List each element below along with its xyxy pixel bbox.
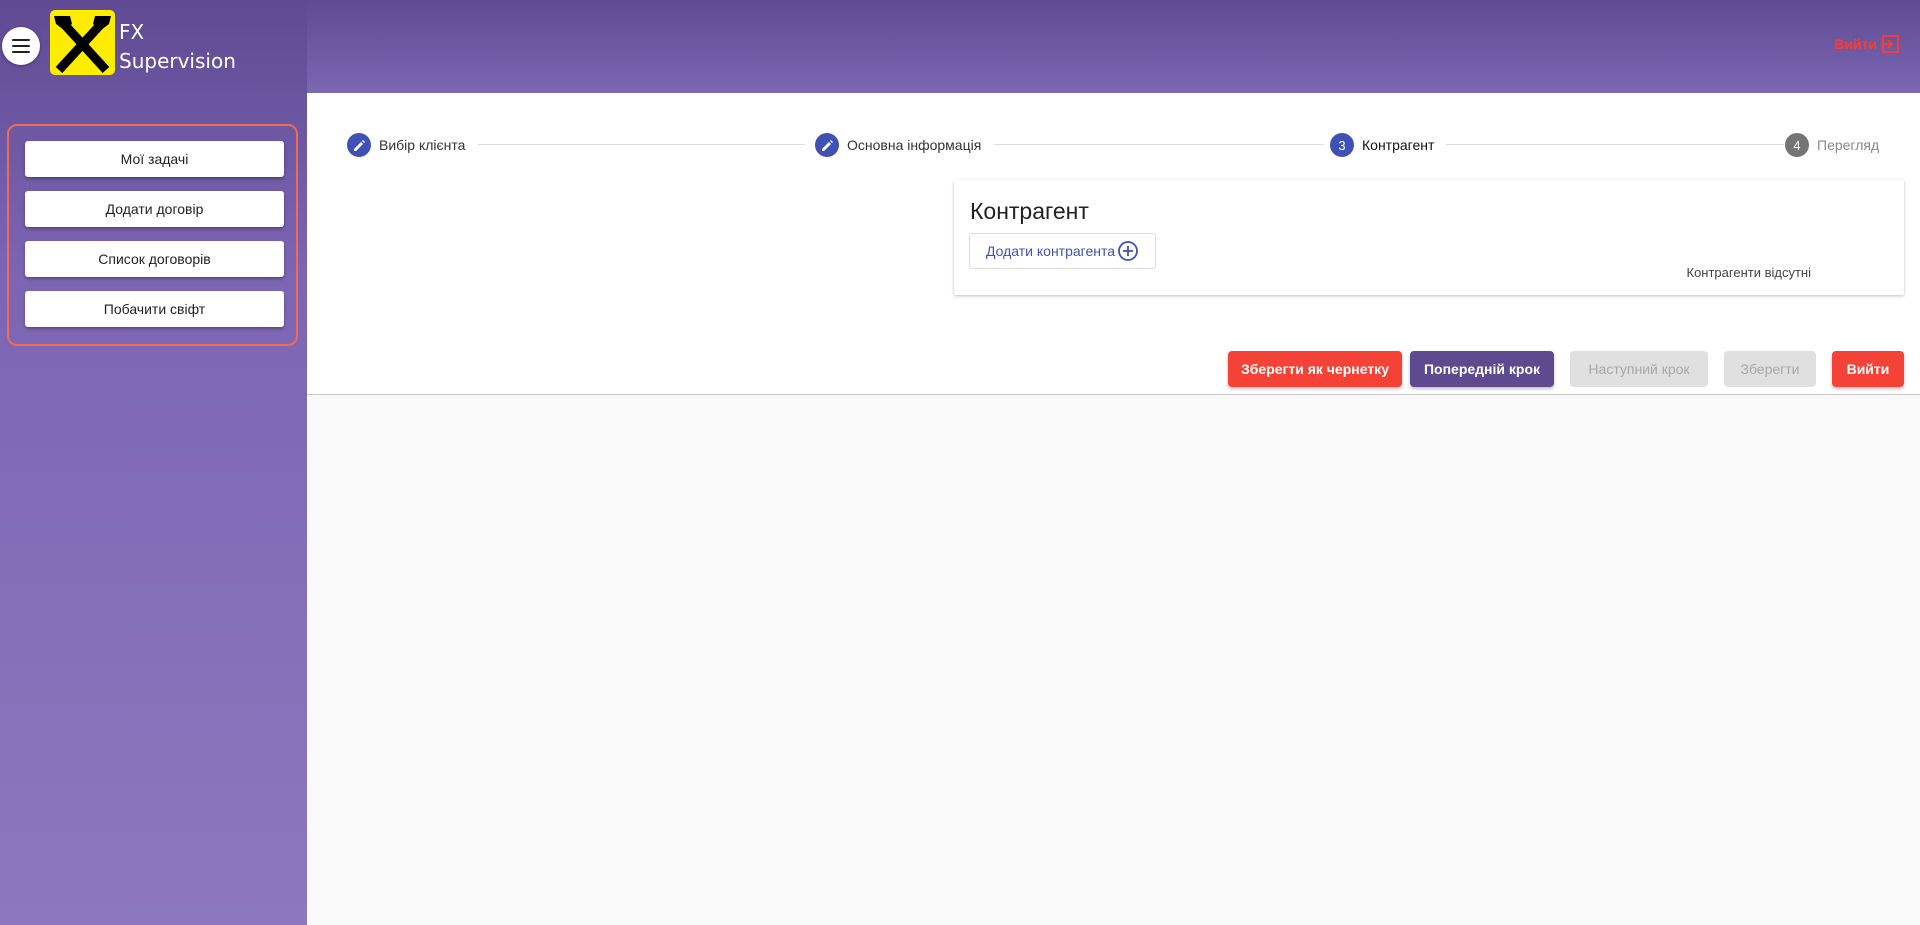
sidebar-item-my-tasks[interactable]: Мої задачі (25, 141, 284, 177)
next-step-button[interactable]: Наступний крок (1570, 351, 1708, 387)
logout-button[interactable]: Вийти (1832, 351, 1904, 387)
header-logout-label: Вийти (1834, 36, 1877, 52)
step-basic-info[interactable]: Основна інформація (815, 133, 981, 157)
step-counterparty[interactable]: 3 Контрагент (1330, 133, 1434, 157)
step-number: 4 (1785, 133, 1809, 157)
add-counterparty-button[interactable]: Додати контрагента (969, 233, 1157, 269)
panel-title: Контрагент (970, 198, 1089, 224)
top-header: Вийти (307, 0, 1920, 93)
step-label: Основна інформація (847, 137, 982, 153)
save-draft-button[interactable]: Зберегти як чернетку (1228, 351, 1402, 387)
pencil-icon (347, 133, 371, 157)
step-label: Перегляд (1817, 137, 1880, 153)
brand-line2: Supervision (119, 49, 236, 73)
wizard-card: Вибір клієнта Основна інформація 3 Контр… (307, 93, 1920, 395)
pencil-icon (815, 133, 839, 157)
sidebar-item-add-contract[interactable]: Додати договір (25, 191, 284, 227)
logout-icon (1881, 35, 1899, 53)
plus-circle-icon (1118, 241, 1138, 261)
sidebar-item-contract-list[interactable]: Список договорів (25, 241, 284, 277)
hamburger-icon (12, 39, 30, 53)
step-review[interactable]: 4 Перегляд (1785, 133, 1879, 157)
header-logout-link[interactable]: Вийти (1834, 34, 1900, 54)
step-connector (478, 144, 805, 145)
save-button[interactable]: Зберегти (1724, 351, 1816, 387)
empty-state-text: Контрагенти відсутні (1686, 265, 1812, 280)
menu-toggle-button[interactable] (2, 27, 40, 65)
step-client[interactable]: Вибір клієнта (347, 133, 465, 157)
counterparty-panel: Контрагент Додати контрагента Контрагент… (954, 180, 1904, 295)
sidebar: FX Supervision Мої задачі Додати договір… (0, 0, 307, 925)
sidebar-nav: Мої задачі Додати договір Список договор… (7, 124, 298, 346)
step-connector (1446, 144, 1784, 145)
brand-title: FX Supervision (119, 18, 236, 76)
sidebar-item-view-swift[interactable]: Побачити свіфт (25, 291, 284, 327)
step-number: 3 (1330, 133, 1354, 157)
raiffeisen-logo (50, 10, 115, 75)
step-label: Вибір клієнта (379, 137, 466, 153)
brand-line1: FX (119, 20, 145, 44)
add-counterparty-label: Додати контрагента (986, 243, 1116, 259)
step-label: Контрагент (1362, 137, 1435, 153)
step-connector (994, 144, 1324, 145)
previous-step-button[interactable]: Попередній крок (1410, 351, 1554, 387)
